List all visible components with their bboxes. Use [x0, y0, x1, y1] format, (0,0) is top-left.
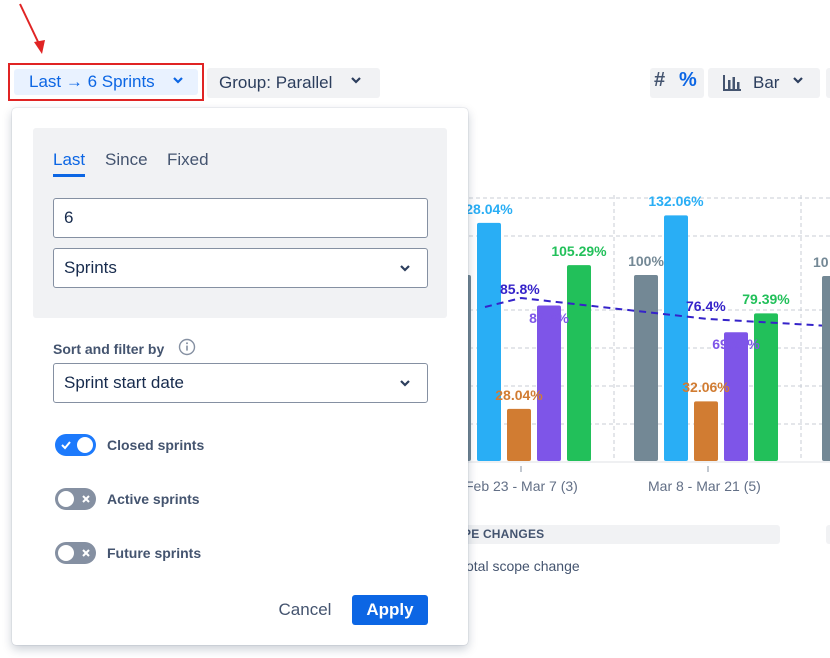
bar [634, 275, 658, 461]
bar-value-label: 69.21% [712, 336, 760, 353]
future-sprints-toggle[interactable] [55, 542, 96, 564]
sprint-count-input[interactable]: 6 [53, 198, 428, 238]
bar-value-label: 28.04% [465, 200, 513, 217]
chevron-down-icon [400, 380, 410, 387]
bar-value-label: 105.29% [551, 243, 607, 260]
toggle-knob [58, 491, 74, 507]
cross-icon [82, 549, 90, 557]
chevron-down-icon [400, 265, 410, 272]
info-icon[interactable] [178, 338, 196, 356]
bar-value-label: 79.39% [742, 291, 790, 308]
active-tab-indicator [53, 174, 85, 177]
active-sprints-toggle[interactable] [55, 488, 96, 510]
check-icon [61, 441, 71, 450]
bar-value-label: 32.06% [682, 379, 730, 396]
trend-value-label: 85.8% [500, 281, 540, 297]
bar-value-label: 10 [813, 254, 829, 270]
toggle-knob [58, 545, 74, 561]
bar [694, 401, 718, 461]
active-sprints-label: Active sprints [107, 491, 200, 507]
scope-change-text: otal scope change [466, 558, 580, 574]
cancel-button[interactable]: Cancel [274, 595, 336, 625]
unit-select-value: Sprints [64, 258, 117, 277]
sort-select-value: Sprint start date [64, 373, 185, 392]
toggle-knob [77, 437, 93, 453]
cross-icon [82, 495, 90, 503]
bar-value-label: 83.6% [529, 309, 569, 326]
next-section-header [826, 525, 830, 544]
tab-since[interactable]: Since [105, 150, 148, 170]
unit-select[interactable]: Sprints [53, 248, 428, 288]
x-tick-label: Feb 23 - Mar 7 (3) [465, 478, 578, 494]
tab-fixed[interactable]: Fixed [167, 150, 209, 170]
bar [567, 265, 591, 461]
tab-last[interactable]: Last [53, 150, 85, 170]
bar-value-label: 132.06% [648, 193, 704, 210]
bar-value-label: 100% [628, 253, 664, 269]
sort-select[interactable]: Sprint start date [53, 363, 428, 403]
bar-value-label: 28.04% [495, 386, 543, 403]
closed-sprints-label: Closed sprints [107, 437, 205, 453]
closed-sprints-toggle[interactable] [55, 434, 96, 456]
bar [507, 408, 531, 461]
bar [537, 305, 561, 461]
section-title: PE CHANGES [463, 527, 545, 541]
sort-filter-label: Sort and filter by [53, 341, 165, 357]
apply-button[interactable]: Apply [352, 595, 428, 625]
trend-value-label: 76.4% [686, 298, 726, 314]
future-sprints-label: Future sprints [107, 545, 202, 561]
date-range-popover: Last Since Fixed 6 Sprints Sort and filt… [12, 108, 468, 645]
x-tick-label: Mar 8 - Mar 21 (5) [648, 478, 761, 494]
bar [822, 276, 830, 461]
